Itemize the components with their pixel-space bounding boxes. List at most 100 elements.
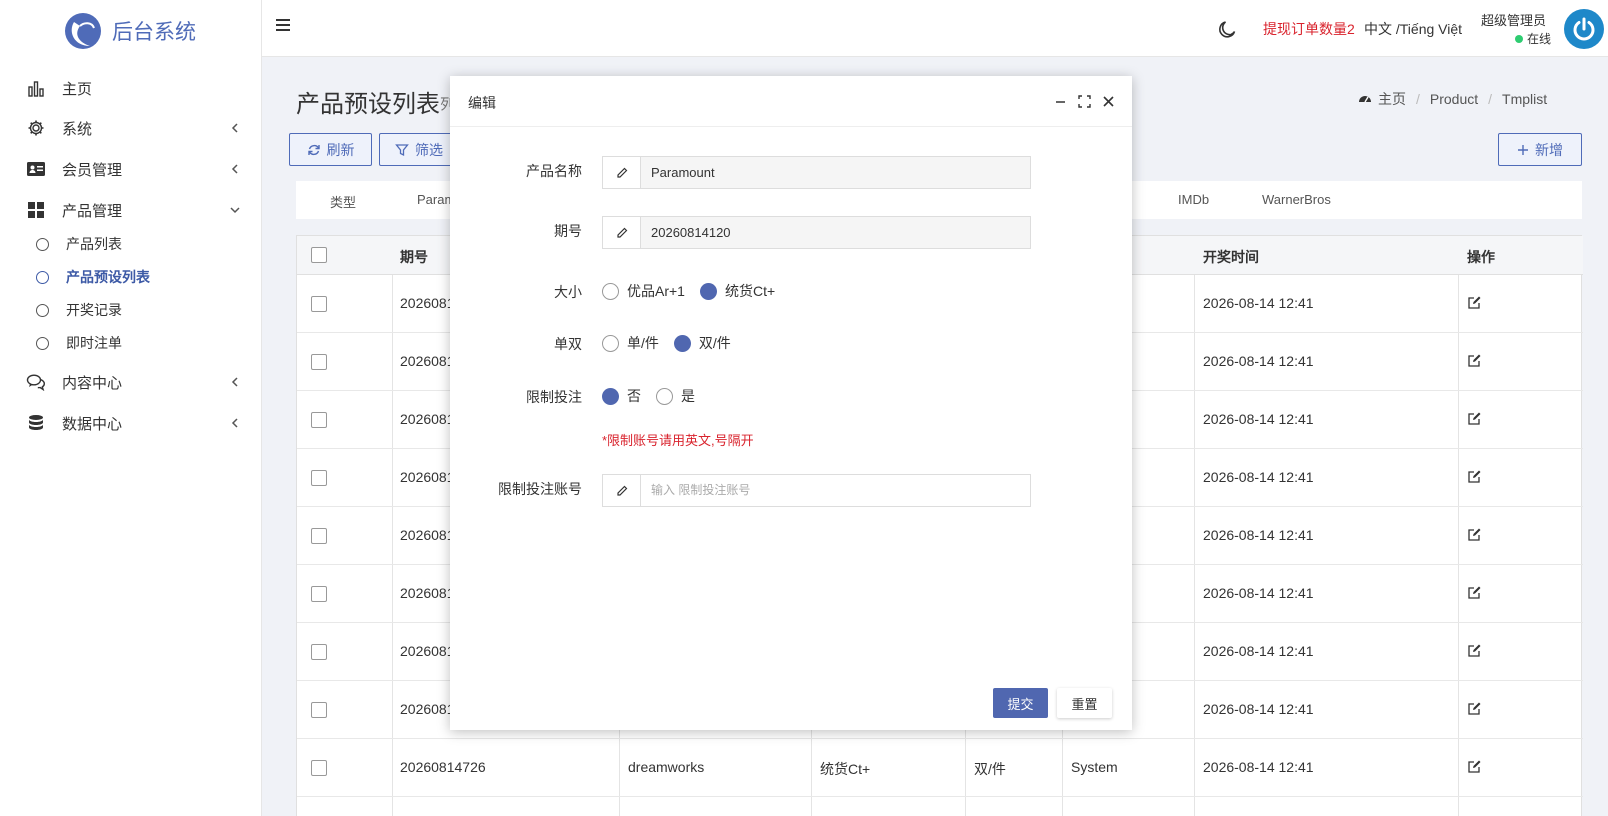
brand-logo[interactable]: 后台系统 bbox=[64, 12, 196, 50]
row-checkbox[interactable] bbox=[311, 528, 327, 544]
refresh-icon bbox=[307, 144, 320, 155]
sidebar-item-label: 主页 bbox=[62, 80, 93, 98]
id-card-icon bbox=[26, 159, 46, 179]
breadcrumb-tmplist: Tmplist bbox=[1502, 91, 1548, 107]
size-radio-standard[interactable] bbox=[699, 282, 717, 300]
sidebar-item-members[interactable]: 会员管理 bbox=[0, 151, 262, 187]
size-option-label[interactable]: 统货Ct+ bbox=[725, 281, 775, 301]
parity-radio-group: 单/件 双/件 bbox=[602, 333, 746, 353]
pencil-icon bbox=[603, 217, 641, 248]
header-period[interactable]: 期号 bbox=[400, 247, 428, 267]
chevron-left-icon bbox=[231, 418, 238, 428]
header-draw-time[interactable]: 开奖时间 bbox=[1203, 247, 1259, 267]
edit-icon[interactable] bbox=[1467, 644, 1481, 658]
limit-option-label[interactable]: 否 bbox=[627, 386, 641, 406]
parity-option-label[interactable]: 单/件 bbox=[627, 333, 659, 353]
filter-type[interactable]: 类型 bbox=[330, 192, 356, 211]
close-icon[interactable] bbox=[1102, 95, 1115, 108]
chevron-left-icon bbox=[231, 123, 238, 133]
cell-draw-time: 2026-08-14 12:41 bbox=[1203, 527, 1314, 543]
sidebar: 后台系统 主页 系统 会员管理 产品管理 产品列表 产品预设列表 开奖记录 即时… bbox=[0, 0, 262, 816]
cell-parity: 双/件 bbox=[974, 761, 1006, 777]
add-label: 新增 bbox=[1535, 141, 1563, 158]
language-switch[interactable]: 中文 /Tiếng Việt bbox=[1364, 19, 1462, 39]
period-input[interactable]: 20260814120 bbox=[602, 216, 1031, 249]
chevron-left-icon bbox=[231, 164, 238, 174]
chevron-down-icon bbox=[230, 207, 240, 214]
edit-icon[interactable] bbox=[1467, 760, 1481, 774]
sidebar-subitem-draw-records[interactable]: 开奖记录 bbox=[0, 295, 262, 325]
refresh-button[interactable]: 刷新 bbox=[289, 133, 372, 166]
minimize-icon[interactable] bbox=[1054, 95, 1067, 108]
size-radio-premium[interactable] bbox=[602, 282, 619, 300]
edit-icon[interactable] bbox=[1467, 354, 1481, 368]
sidebar-subitem-preset-list[interactable]: 产品预设列表 bbox=[0, 262, 262, 292]
select-all-checkbox[interactable] bbox=[311, 247, 327, 263]
hamburger-icon[interactable] bbox=[274, 16, 292, 34]
sidebar-item-system[interactable]: 系统 bbox=[0, 110, 262, 146]
circle-icon bbox=[36, 237, 49, 251]
circle-icon bbox=[36, 270, 49, 284]
power-icon bbox=[1573, 17, 1595, 41]
edit-icon[interactable] bbox=[1467, 470, 1481, 484]
sidebar-item-products[interactable]: 产品管理 bbox=[0, 192, 262, 228]
row-checkbox[interactable] bbox=[311, 296, 327, 312]
row-checkbox[interactable] bbox=[311, 412, 327, 428]
edit-icon[interactable] bbox=[1467, 296, 1481, 310]
edit-icon[interactable] bbox=[1467, 412, 1481, 426]
row-checkbox[interactable] bbox=[311, 586, 327, 602]
limit-bet-radio-group: 否 是 bbox=[602, 386, 710, 406]
limit-option-label[interactable]: 是 bbox=[681, 386, 695, 406]
edit-icon[interactable] bbox=[1467, 528, 1481, 542]
cell-draw-time: 2026-08-14 12:41 bbox=[1203, 759, 1314, 775]
product-name-input[interactable]: Paramount bbox=[602, 156, 1031, 189]
plus-icon bbox=[1518, 144, 1528, 155]
edit-icon[interactable] bbox=[1467, 702, 1481, 716]
cell-size: 统货Ct+ bbox=[820, 761, 871, 777]
circle-icon bbox=[36, 303, 49, 317]
row-checkbox[interactable] bbox=[311, 644, 327, 660]
cell-period: 2026081 bbox=[400, 353, 455, 369]
maximize-icon[interactable] bbox=[1078, 95, 1091, 108]
moon-icon[interactable] bbox=[1217, 19, 1237, 39]
bar-chart-icon bbox=[26, 78, 46, 98]
cell-draw-time: 2026-08-14 12:41 bbox=[1203, 295, 1314, 311]
parity-radio-even[interactable] bbox=[673, 334, 691, 352]
brand-title: 后台系统 bbox=[112, 21, 196, 44]
avatar[interactable] bbox=[1564, 9, 1604, 49]
breadcrumb-product[interactable]: Product bbox=[1430, 91, 1478, 107]
user-name[interactable]: 超级管理员 bbox=[1481, 10, 1546, 29]
parity-radio-odd[interactable] bbox=[602, 334, 619, 352]
sidebar-item-home[interactable]: 主页 bbox=[0, 70, 262, 106]
parity-label: 单双 bbox=[554, 336, 582, 352]
limit-account-input[interactable]: 输入 限制投注账号 bbox=[602, 474, 1031, 507]
product-name-label: 产品名称 bbox=[526, 163, 582, 179]
sidebar-item-data[interactable]: 数据中心 bbox=[0, 405, 262, 441]
row-checkbox[interactable] bbox=[311, 760, 327, 776]
withdraw-orders-link[interactable]: 提现订单数量2 bbox=[1263, 19, 1355, 39]
row-checkbox[interactable] bbox=[311, 702, 327, 718]
filter-imdb[interactable]: IMDb bbox=[1178, 192, 1209, 207]
product-name-value: Paramount bbox=[651, 165, 715, 180]
limit-radio-yes[interactable] bbox=[656, 387, 673, 405]
submit-button[interactable]: 提交 bbox=[993, 688, 1048, 718]
sidebar-subitem-live-bets[interactable]: 即时注单 bbox=[0, 328, 262, 358]
size-option-label[interactable]: 优品Ar+1 bbox=[627, 281, 685, 301]
sidebar-subitem-product-list[interactable]: 产品列表 bbox=[0, 229, 262, 259]
reset-button[interactable]: 重置 bbox=[1057, 688, 1112, 718]
add-button[interactable]: 新增 bbox=[1498, 133, 1582, 166]
limit-radio-no[interactable] bbox=[602, 387, 619, 405]
filter-button[interactable]: 筛选 bbox=[379, 133, 459, 166]
row-checkbox[interactable] bbox=[311, 354, 327, 370]
cell-draw-time: 2026-08-14 12:41 bbox=[1203, 643, 1314, 659]
refresh-label: 刷新 bbox=[326, 141, 355, 158]
edit-icon[interactable] bbox=[1467, 586, 1481, 600]
parity-option-label[interactable]: 双/件 bbox=[699, 333, 731, 353]
logo-icon bbox=[65, 13, 101, 49]
breadcrumb-home[interactable]: 主页 bbox=[1378, 89, 1406, 109]
row-checkbox[interactable] bbox=[311, 470, 327, 486]
cell-period: 2026081 bbox=[400, 701, 455, 717]
filter-warnerbros[interactable]: WarnerBros bbox=[1262, 192, 1331, 207]
cell-period: 2026081 bbox=[400, 411, 455, 427]
sidebar-item-content[interactable]: 内容中心 bbox=[0, 364, 262, 400]
